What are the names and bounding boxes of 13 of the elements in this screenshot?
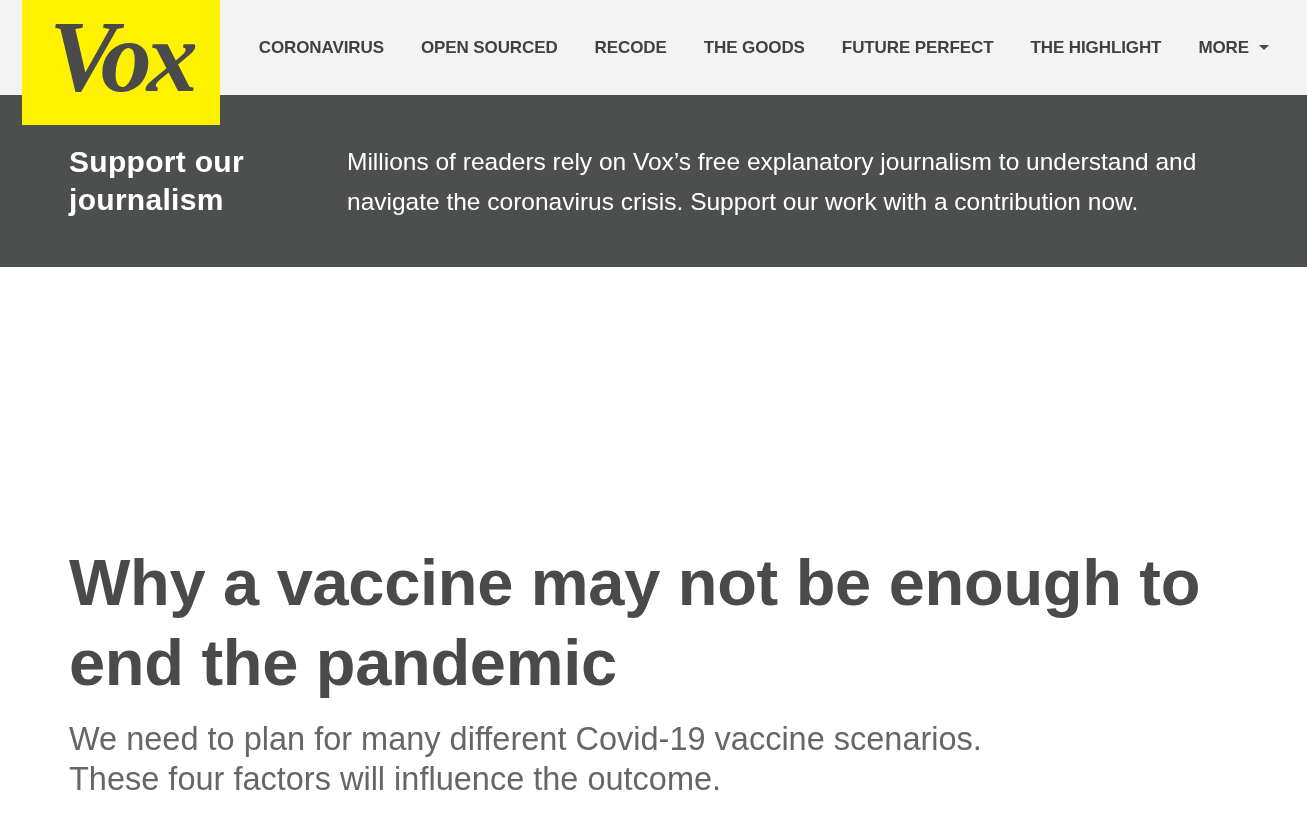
banner-message: Millions of readers rely on Vox’s free explanatory journalism to understand and navigate the coronavirus crisis. Support our work with a contribution now. [347,147,1198,217]
nav-link[interactable]: CORONAVIRUS [258,37,384,58]
caret-icon [1259,45,1269,50]
nav-link[interactable]: RECODE [594,37,667,58]
article-headline: Why a vaccine may not be enough to end the pandemic [69,545,1202,701]
site-logo[interactable]: Vox [22,0,220,125]
article-subheadline: We need to plan for many different Covid-19 vaccine scenarios. These four factors will influence the outcome. [69,720,983,799]
nav-link[interactable]: THE HIGHLIGHT [1030,37,1162,58]
nav-link[interactable]: OPEN SOURCED [420,37,558,58]
nav-link[interactable]: FUTURE PERFECT [841,37,994,58]
nav-link[interactable]: THE GOODS [703,37,805,58]
nav-menu-link[interactable]: MORE [1198,37,1269,58]
banner-heading: Support our journalism [69,144,245,218]
